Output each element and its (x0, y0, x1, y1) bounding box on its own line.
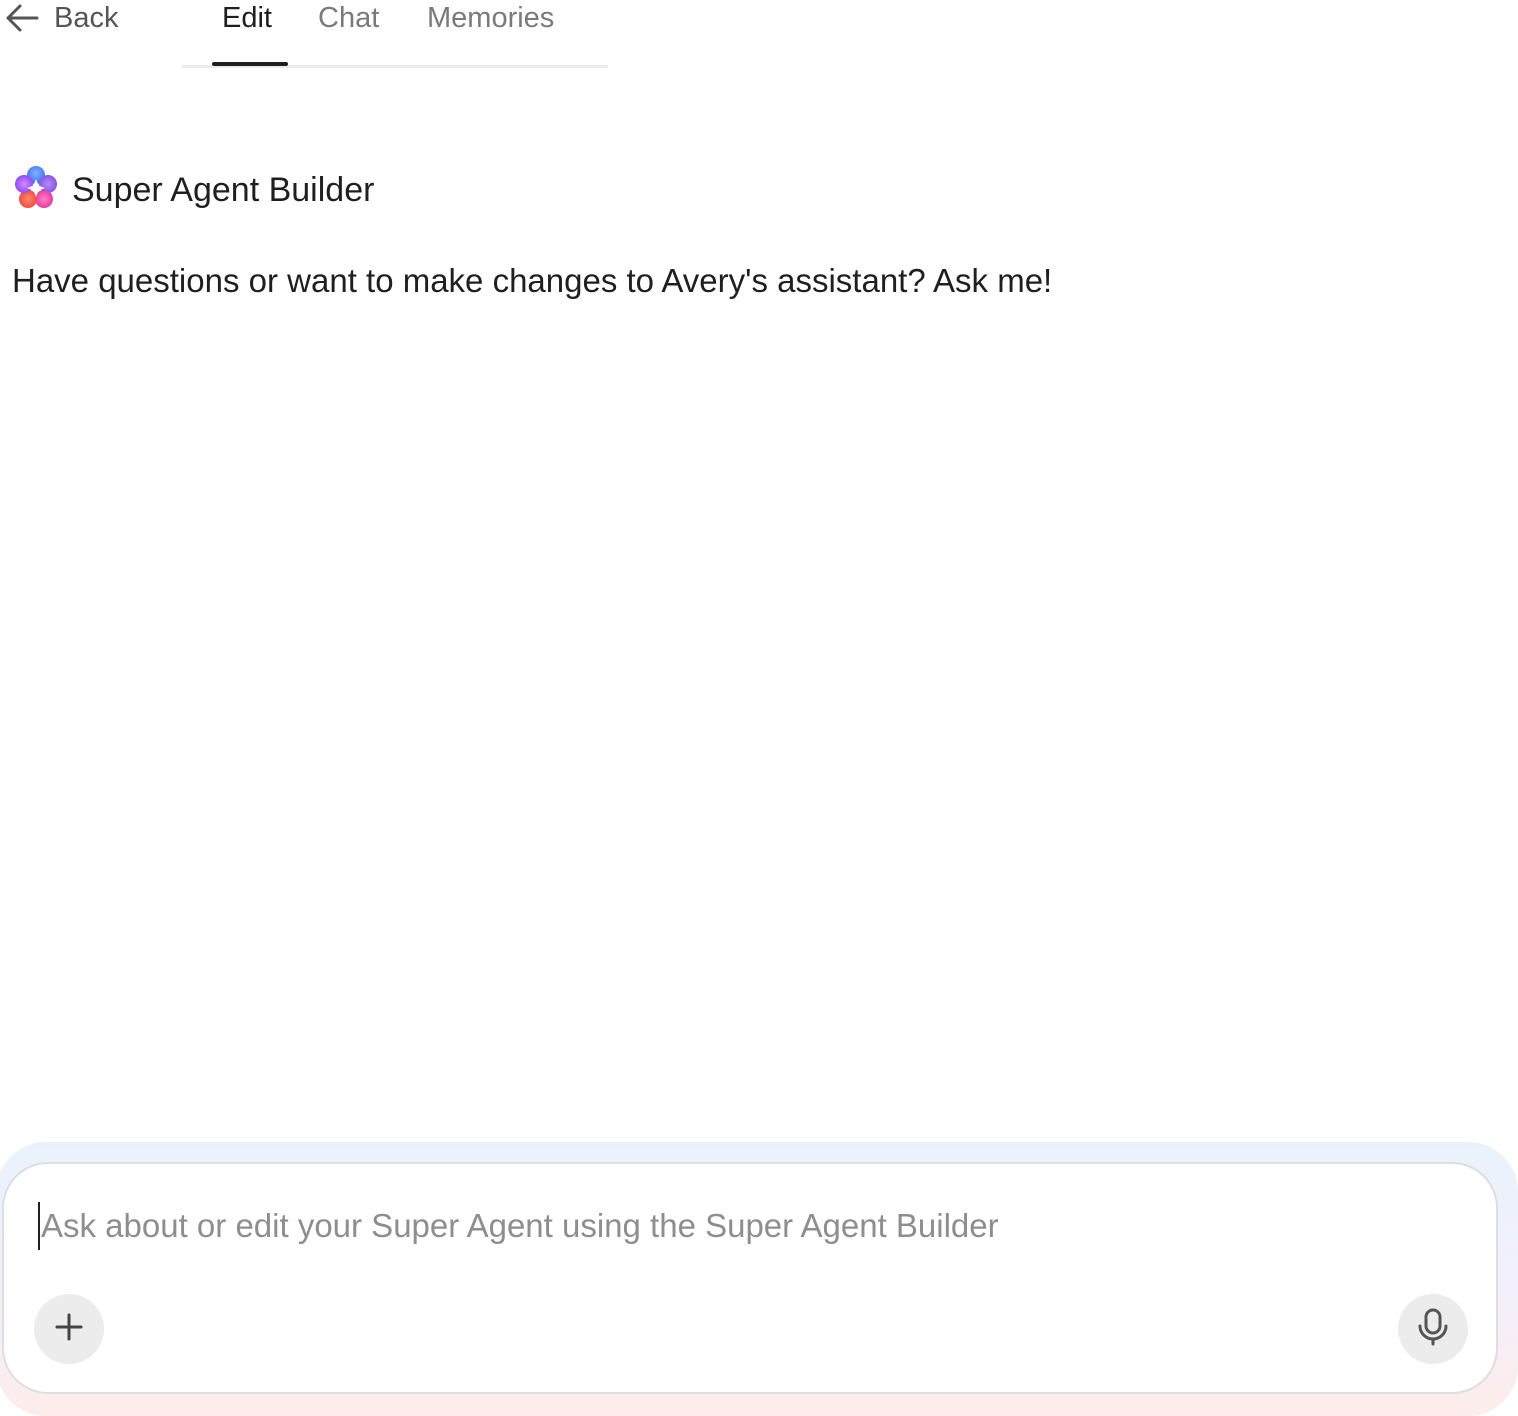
super-agent-builder-panel: Back Edit Chat Memories Super Agent Buil… (0, 0, 1518, 1416)
message-input[interactable] (38, 1202, 1438, 1250)
active-tab-indicator (212, 62, 288, 66)
tab-bar: Edit Chat Memories (182, 0, 608, 68)
arrow-left-icon (4, 2, 40, 34)
agent-header: Super Agent Builder (12, 164, 374, 216)
tab-memories[interactable]: Memories (427, 0, 554, 68)
microphone-icon (1416, 1307, 1450, 1352)
back-button[interactable]: Back (4, 0, 118, 36)
assistant-intro-message: Have questions or want to make changes t… (12, 262, 1053, 299)
voice-input-button[interactable] (1398, 1294, 1468, 1364)
agent-name: Super Agent Builder (72, 170, 375, 209)
message-composer (2, 1162, 1498, 1394)
tab-chat[interactable]: Chat (318, 0, 379, 68)
add-attachment-button[interactable] (34, 1294, 104, 1364)
back-label: Back (54, 1, 119, 34)
tab-edit[interactable]: Edit (222, 0, 272, 68)
plus-icon (54, 1312, 84, 1347)
super-agent-flower-icon (12, 164, 60, 217)
